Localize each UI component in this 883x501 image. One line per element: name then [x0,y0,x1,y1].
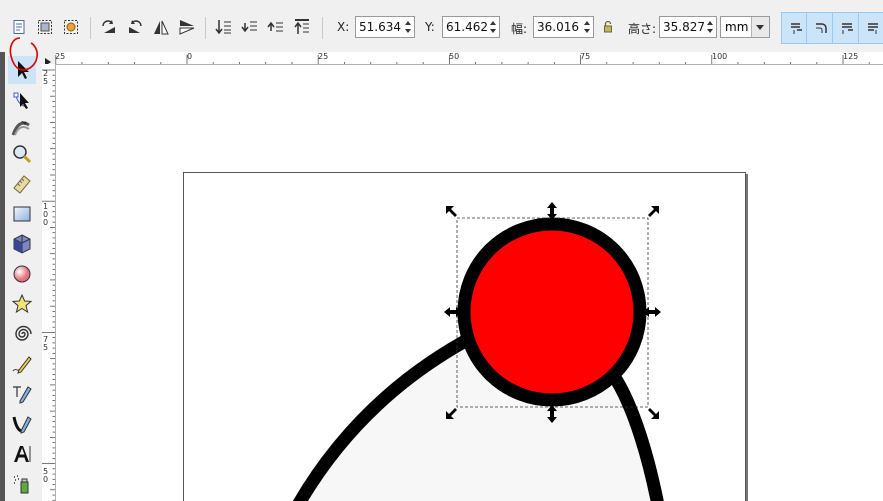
ruler-label: 0 [187,52,193,61]
lock-ratio-icon[interactable] [597,16,619,38]
ruler-label: 2 5 [43,69,49,86]
x-label: X: [337,20,350,34]
drawing-canvas[interactable] [56,65,883,501]
calligraphy-tool[interactable] [8,410,36,438]
text-tool[interactable] [8,440,36,468]
spiral-tool[interactable] [8,320,36,348]
red-circle[interactable] [457,217,647,407]
unit-value: mm [725,20,749,34]
rotate-cw-icon[interactable] [124,16,146,38]
zoom-tool[interactable] [8,140,36,168]
rectangle-tool[interactable] [8,200,36,228]
width-field[interactable] [533,16,594,38]
y-spin-arrows[interactable] [488,17,499,37]
tweak-icon [11,121,30,136]
selector-tool[interactable] [8,56,36,84]
y-label: Y: [425,20,435,34]
width-label: 幅: [511,22,528,36]
scale-handle-n[interactable] [547,202,557,220]
unit-select[interactable]: mm [720,16,770,38]
horizontal-ruler[interactable]: 25 0 25 50 75 100 125 [55,52,883,65]
raise-icon[interactable] [265,16,287,38]
lower-icon[interactable] [239,16,261,38]
ruler-label: 1 0 0 [43,202,49,227]
ruler-label: 50 [449,52,460,61]
spiral-icon [15,325,32,341]
arrow-pointer-icon [18,61,29,79]
move-patterns-icon[interactable] [858,12,883,44]
pencil-tool[interactable] [8,350,36,378]
chevron-down-icon[interactable] [751,17,769,37]
tool-controls-bar: X: Y: 幅: 高さ: mm [0,0,883,52]
scale-handle-nw[interactable] [446,206,457,217]
ruler-label: 25 [318,52,329,61]
node-tool[interactable] [8,86,36,114]
pen-tool[interactable] [8,380,36,408]
width-spin-arrows[interactable] [582,17,593,37]
magnifier-icon [13,145,32,164]
pen-icon [13,386,32,404]
deselect-icon[interactable] [60,16,82,38]
height-label: 高さ: [628,22,657,36]
star-icon [11,293,33,314]
height-input[interactable] [660,17,706,37]
scale-handle-ne[interactable] [648,206,659,217]
rectangle-icon [13,206,31,222]
spray-icon [14,475,29,494]
x-spin-arrows[interactable] [403,17,414,37]
flip-horizontal-icon[interactable] [150,16,172,38]
scale-handle-se[interactable] [648,408,659,419]
select-all-layers-icon[interactable] [34,16,56,38]
height-spin-arrows[interactable] [705,17,716,37]
height-field[interactable] [659,16,717,38]
ruler-label: 125 [843,52,859,61]
3d-box-tool[interactable] [8,230,36,258]
drawing-svg [292,202,664,501]
ruler-label: 100 [712,52,728,61]
rotate-ccw-icon[interactable] [98,16,120,38]
ruler-label: 25 [55,52,66,61]
ruler-label: 5 0 [43,467,49,484]
text-icon [14,446,31,462]
raise-to-top-icon[interactable] [291,16,313,38]
x-input[interactable] [356,17,404,37]
ruler-corner [42,52,55,66]
lower-to-bottom-icon[interactable] [213,16,235,38]
ruler-label: 75 [580,52,591,61]
3d-box-icon [13,234,31,254]
flip-vertical-icon[interactable] [176,16,198,38]
horizontal-ruler-ticks [55,55,870,64]
measure-tool[interactable] [8,170,36,198]
circle-icon [13,265,31,283]
y-field[interactable] [442,16,500,38]
width-input[interactable] [534,17,583,37]
spray-tool[interactable] [8,470,36,498]
calligraphy-icon [12,416,32,434]
ruler-label: 7 5 [43,335,49,352]
pencil-icon [12,356,32,374]
x-field[interactable] [355,16,415,38]
vertical-ruler[interactable]: 2 5 1 0 0 7 5 5 0 [42,64,56,501]
window-edge [0,52,5,501]
tool-palette [0,52,42,501]
star-tool[interactable] [8,290,36,318]
y-input[interactable] [443,17,489,37]
ruler-icon [13,175,31,194]
tweak-tool[interactable] [8,112,36,140]
vertical-ruler-ticks [42,69,55,501]
node-edit-icon [13,92,29,109]
ellipse-tool[interactable] [8,260,36,288]
select-all-icon[interactable] [8,16,30,38]
